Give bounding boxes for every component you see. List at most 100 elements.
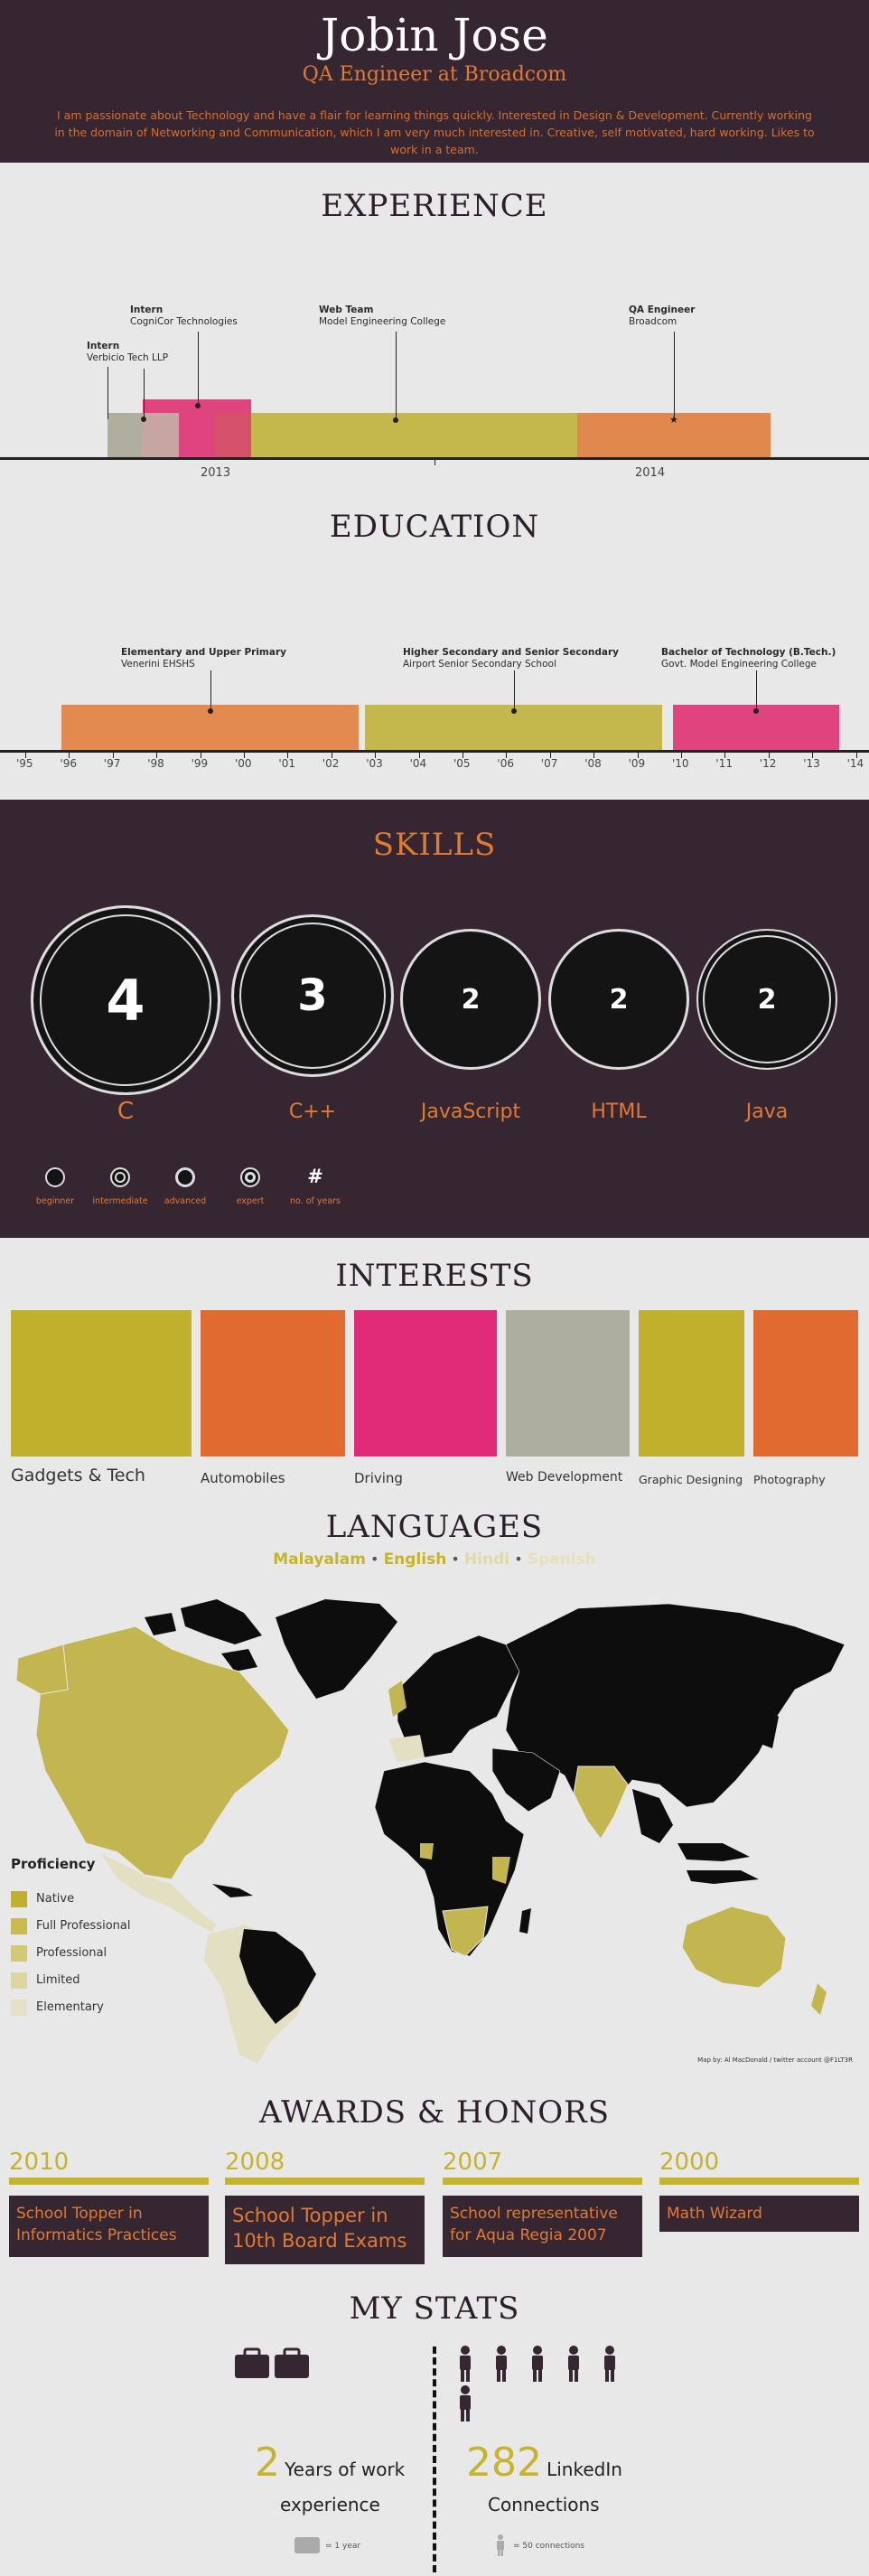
experience-role: Web Team (319, 304, 374, 315)
year-tick: '11 (715, 757, 733, 770)
map-madagascar (519, 1908, 531, 1934)
legend-label: no. of years (289, 1196, 341, 1206)
briefcase-icon (235, 2347, 309, 2378)
leader-line (198, 332, 199, 406)
experience-org: CogniCor Technologies (130, 316, 238, 327)
education-level: Bachelor of Technology (B.Tech.) (661, 647, 836, 658)
marker-dot (753, 708, 759, 714)
advanced-icon (175, 1167, 195, 1187)
skill-years: 2 (757, 983, 777, 1016)
award-year: 2010 (9, 2149, 70, 2176)
skill-circle-c: 4 (31, 905, 220, 1095)
award-year: 2008 (225, 2149, 285, 2176)
interest-label: Driving (354, 1470, 403, 1486)
year-tick: '02 (322, 757, 340, 770)
job-title: QA Engineer at Broadcom (302, 63, 567, 86)
education-label: Bachelor of Technology (B.Tech.) Govt. Mo… (661, 647, 836, 670)
skill-name: Java (745, 1101, 789, 1123)
proficiency-label: Limited (36, 1973, 80, 1987)
skill-name: C++ (288, 1101, 337, 1123)
marker-dot (208, 708, 213, 714)
axis-tick (434, 460, 435, 465)
proficiency-label: Professional (36, 1946, 107, 1960)
year-tick: '13 (803, 757, 820, 770)
language-name: Malayalam (273, 1550, 366, 1569)
education-level: Elementary and Upper Primary (121, 647, 286, 658)
award-bar (443, 2178, 642, 2185)
proficiency-label: Elementary (36, 2000, 104, 2014)
proficiency-swatch (11, 1945, 27, 1962)
star-icon: ★ (669, 414, 678, 426)
language-name: Spanish (527, 1550, 596, 1569)
marker-dot (393, 417, 398, 423)
leader-line (514, 670, 515, 711)
hash-icon: # (307, 1166, 323, 1187)
marker-dot (141, 417, 146, 422)
leader-line (756, 670, 757, 711)
proficiency-swatch (11, 2000, 27, 2016)
year-tick: '14 (846, 757, 864, 770)
person-legend-icon (497, 2534, 504, 2556)
experience-label: Intern Verbicio Tech LLP (87, 341, 168, 364)
experience-org: Broadcom (629, 316, 677, 327)
work-text: Years of work (285, 2459, 406, 2480)
year-tick: '01 (278, 757, 295, 770)
year-tick: 2014 (635, 466, 666, 480)
awards-heading: AWARDS & HONORS (258, 2094, 611, 2131)
experience-heading: EXPERIENCE (321, 188, 548, 224)
year-tick: '98 (147, 757, 164, 770)
year-tick: '12 (759, 757, 777, 770)
experience-org: Model Engineering College (319, 316, 446, 327)
interest-tile (639, 1310, 744, 1457)
marker-dot (511, 708, 517, 714)
award-year: 2007 (443, 2149, 503, 2176)
year-tick: '07 (540, 757, 558, 770)
education-school: Venerini EHSHS (121, 659, 195, 670)
intermediate-icon (110, 1167, 130, 1187)
education-school: Govt. Model Engineering College (661, 659, 817, 670)
person-icon (496, 2346, 507, 2382)
map-west-africa (420, 1843, 434, 1859)
interest-label: Photography (753, 1473, 826, 1486)
year-tick: '10 (672, 757, 689, 770)
map-india (573, 1766, 629, 1840)
skill-years: 2 (609, 983, 629, 1016)
education-axis (0, 750, 869, 753)
award-year: 2000 (659, 2149, 720, 2176)
interest-tile (506, 1310, 630, 1457)
expert-icon (240, 1167, 260, 1187)
proficiency-swatch (11, 1918, 27, 1934)
proficiency-swatch (11, 1891, 27, 1907)
skill-circle-javascript: 2 (400, 929, 541, 1070)
language-separator: • (370, 1550, 379, 1568)
education-heading: EDUCATION (329, 509, 540, 545)
year-tick: '06 (497, 757, 514, 770)
interest-label: Gadgets & Tech (11, 1466, 145, 1485)
leader-line (144, 369, 145, 419)
education-level: Higher Secondary and Senior Secondary (403, 647, 619, 658)
experience-bar-overlap (143, 413, 179, 457)
year-tick: '97 (103, 757, 121, 770)
proficiency-title: Proficiency (11, 1856, 96, 1872)
map-indonesia (687, 1870, 759, 1884)
leader-line (396, 332, 397, 420)
connections-stat: 282 LinkedIn (466, 2440, 647, 2486)
award-box: Math Wizard (659, 2196, 859, 2232)
skill-years: 4 (106, 967, 145, 1034)
skill-years: 2 (461, 983, 481, 1016)
work-number: 2 (255, 2440, 280, 2486)
award-bar (9, 2178, 209, 2185)
bio-text: I am passionate about Technology and hav… (54, 108, 815, 156)
languages-heading: LANGUAGES (325, 1509, 544, 1545)
language-name: English (383, 1550, 447, 1569)
briefcase-legend-icon (294, 2537, 320, 2553)
map-alaska (15, 1644, 69, 1695)
language-separator: • (514, 1550, 523, 1568)
person-icons (460, 2346, 615, 2421)
person-icon (460, 2346, 471, 2382)
map-caribbean (212, 1884, 253, 1897)
education-label: Higher Secondary and Senior Secondary Air… (403, 647, 619, 670)
skill-circle-html: 2 (548, 929, 689, 1070)
skill-name: HTML (591, 1101, 647, 1123)
year-tick: '05 (453, 757, 471, 770)
